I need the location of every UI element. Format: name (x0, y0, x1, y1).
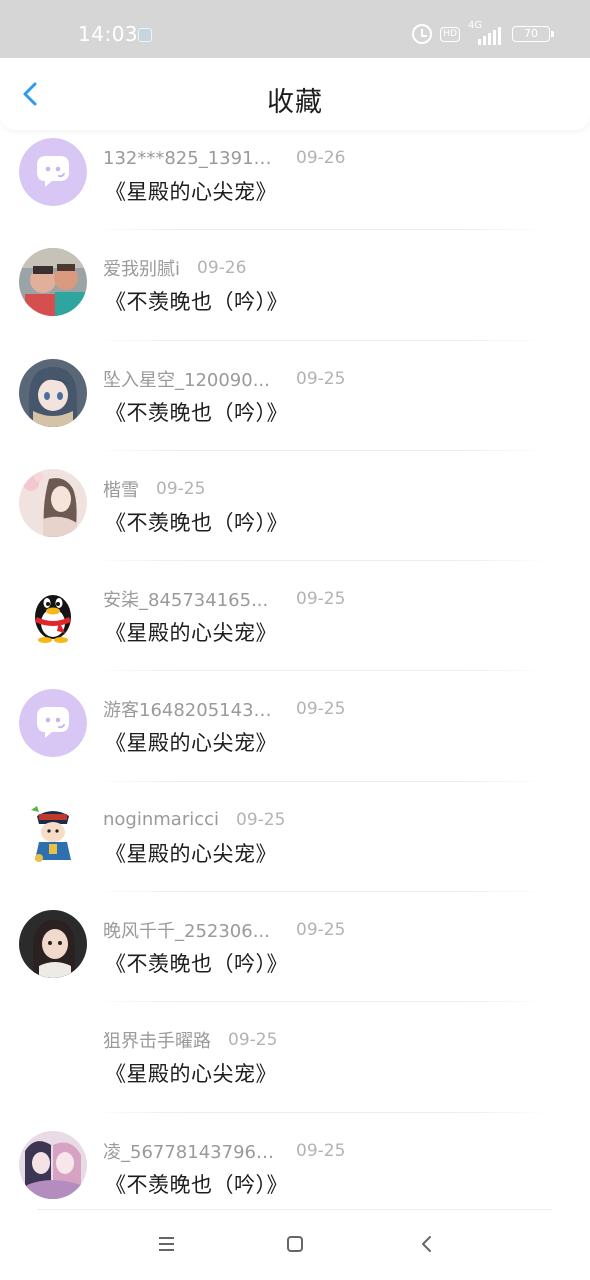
child-photo-icon (19, 910, 87, 979)
home-square-icon (287, 1236, 303, 1252)
page-header: 收藏 (0, 58, 590, 130)
anime-couple-icon (19, 1130, 87, 1199)
avatar[interactable] (19, 689, 87, 758)
post-date: 09-25 (156, 478, 206, 499)
list-item[interactable]: 凌_567781437962... 09-25 《不羡晚也（吟）》 (0, 1113, 590, 1223)
book-title: 《不羡晚也（吟）》 (105, 400, 288, 425)
status-icons: HD 4G 70 (412, 20, 554, 46)
list-item[interactable]: noginmaricci 09-25 《星殿的心尖宠》 (0, 782, 590, 893)
menu-button[interactable] (151, 1228, 181, 1260)
book-title: 《星殿的心尖宠》 (105, 841, 277, 866)
book-title: 《不羡晚也（吟）》 (105, 1172, 288, 1197)
avatar[interactable] (19, 799, 87, 868)
book-title: 《不羡晚也（吟）》 (105, 290, 288, 315)
signal-icon: 4G (468, 20, 504, 45)
book-title: 《星殿的心尖宠》 (105, 731, 277, 756)
user-name: 坠入星空_120090... (103, 369, 270, 391)
avatar[interactable] (19, 358, 87, 427)
home-button[interactable] (280, 1228, 310, 1260)
list-item[interactable]: 安柒_845734165... 09-25 《星殿的心尖宠》 (0, 561, 590, 672)
post-date: 09-25 (296, 699, 346, 720)
chat-bubble-avatar-icon (19, 689, 87, 758)
ancient-style-girl-icon (19, 468, 87, 537)
system-nav-bar (0, 1208, 590, 1280)
avatar[interactable] (19, 248, 87, 317)
battery-icon: 70 (512, 26, 554, 42)
list-item[interactable]: 爱我别腻i 09-26 《不羡晚也（吟）》 (0, 230, 590, 341)
book-title: 《星殿的心尖宠》 (105, 621, 277, 646)
user-name: 游客16482051437... (103, 700, 279, 722)
system-back-button[interactable] (411, 1228, 441, 1260)
qing-official-cartoon-icon (19, 799, 87, 868)
book-title: 《不羡晚也（吟）》 (105, 952, 288, 977)
notification-icon (138, 28, 152, 42)
page-title: 收藏 (267, 87, 323, 118)
user-name: 楷雪 (103, 479, 139, 501)
user-name: 狙界击手曜路 (103, 1031, 211, 1053)
menu-icon (159, 1237, 174, 1251)
book-title: 《星殿的心尖宠》 (105, 1062, 277, 1087)
divider (38, 1209, 552, 1210)
post-date: 09-25 (296, 1140, 346, 1161)
status-time: 14:03 (78, 22, 139, 46)
post-date: 09-26 (197, 258, 247, 279)
list-item[interactable]: 132***825_13912... 09-26 《星殿的心尖宠》 (0, 120, 590, 231)
hd-icon: HD (440, 26, 460, 42)
post-date: 09-25 (228, 1030, 278, 1051)
avatar[interactable] (19, 1130, 87, 1199)
list-item[interactable]: 狙界击手曜路 09-25 《星殿的心尖宠》 (0, 1002, 590, 1113)
list-item[interactable]: 游客16482051437... 09-25 《星殿的心尖宠》 (0, 671, 590, 782)
book-title: 《不羡晚也（吟）》 (105, 510, 288, 535)
two-kids-photo-icon (19, 248, 87, 317)
post-date: 09-25 (296, 589, 346, 610)
alarm-icon (412, 24, 433, 44)
book-title: 《星殿的心尖宠》 (105, 180, 277, 204)
user-name: 晚风千千_252306... (103, 921, 270, 943)
avatar[interactable] (19, 910, 87, 979)
chat-bubble-avatar-icon (19, 138, 87, 206)
user-name: 安柒_845734165... (103, 590, 269, 612)
qq-penguin-icon (19, 579, 87, 648)
list-item[interactable]: 晚风千千_252306... 09-25 《不羡晚也（吟）》 (0, 892, 590, 1003)
anime-girl-avatar-icon (19, 358, 87, 427)
user-name: 爱我别腻i (103, 259, 181, 281)
list-item[interactable]: 坠入星空_120090... 09-25 《不羡晚也（吟）》 (0, 341, 590, 451)
back-triangle-icon (422, 1236, 431, 1252)
user-name: 132***825_13912... (103, 147, 279, 169)
user-name: noginmaricci (103, 809, 220, 831)
post-date: 09-26 (296, 148, 346, 168)
status-bar: 14:03 HD 4G 70 (0, 0, 590, 58)
favorites-list: 132***825_13912... 09-26 《星殿的心尖宠》 爱我别腻i … (0, 120, 590, 1223)
avatar[interactable] (19, 468, 87, 537)
post-date: 09-25 (296, 920, 346, 941)
favorites-screen: 14:03 HD 4G 70 收藏 132***825_13912... 09-… (0, 0, 590, 1280)
avatar[interactable] (19, 579, 87, 648)
post-date: 09-25 (296, 368, 346, 389)
list-item[interactable]: 楷雪 09-25 《不羡晚也（吟）》 (0, 451, 590, 562)
avatar[interactable] (19, 138, 87, 206)
post-date: 09-25 (236, 809, 286, 830)
user-name: 凌_567781437962... (103, 1141, 279, 1163)
